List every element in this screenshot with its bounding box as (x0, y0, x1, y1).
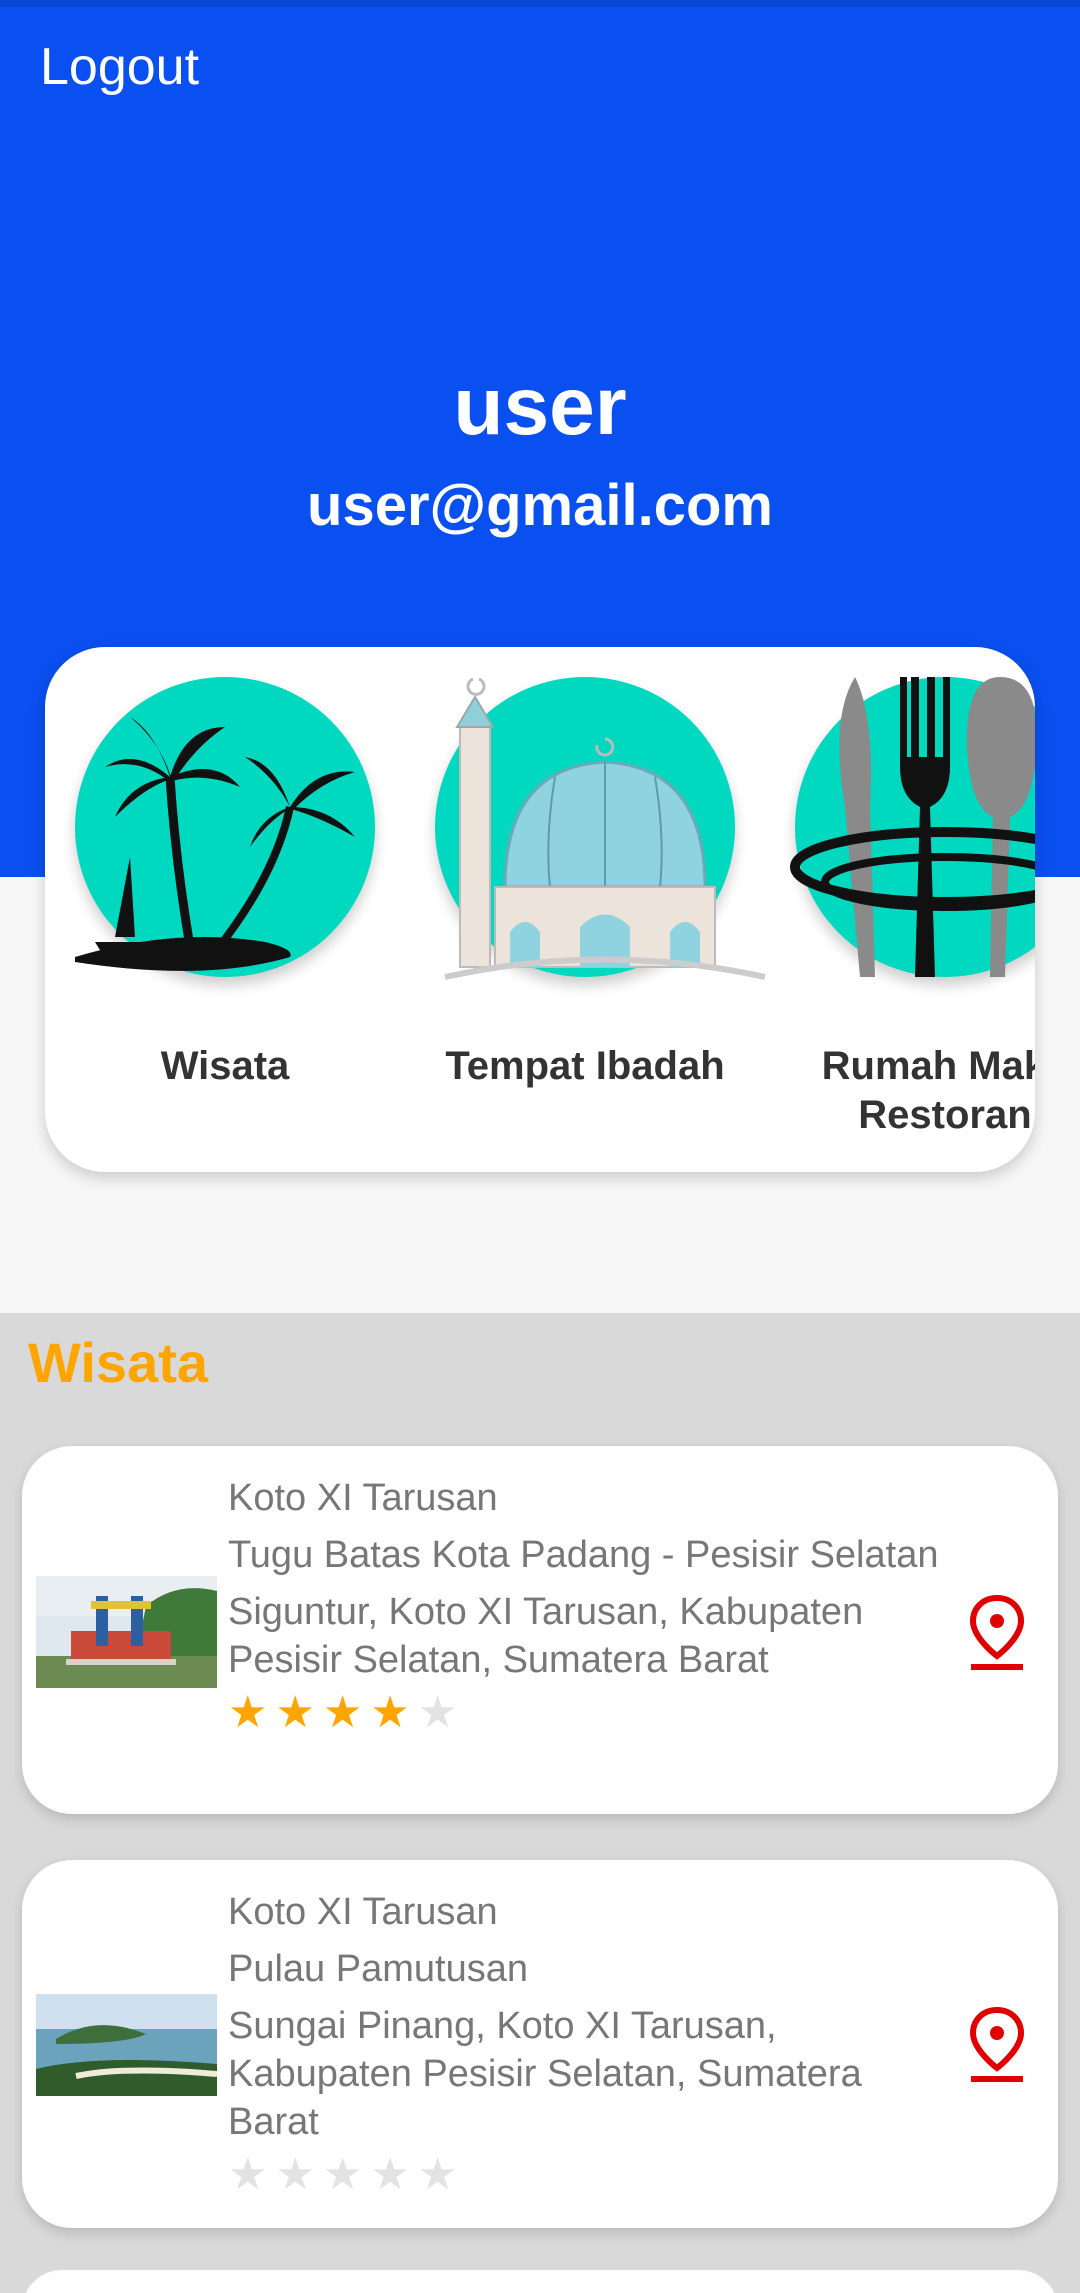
star-filled-icon: ★ (370, 1688, 410, 1737)
section-title: Wisata (28, 1331, 209, 1394)
item-name: Tugu Batas Kota Padang - Pesisir Selatan (228, 1534, 939, 1576)
category-rumah-makan[interactable]: Rumah Maka Restoran (765, 647, 1035, 1172)
star-empty-icon: ★ (275, 2150, 315, 2199)
place-thumbnail (36, 1994, 217, 2096)
user-name: user (453, 361, 627, 452)
item-name: Pulau Pamutusan (228, 1948, 528, 1990)
cutlery-icon (790, 677, 1035, 977)
list-item[interactable] (22, 2270, 1058, 2293)
list-item[interactable]: Koto XI Tarusan Tugu Batas Kota Padang -… (22, 1446, 1058, 1814)
category-label: Rumah Maka Restoran (821, 1044, 1035, 1137)
place-thumbnail (36, 1576, 217, 1688)
star-empty-icon: ★ (417, 2150, 458, 2199)
logout-button[interactable]: Logout (40, 37, 199, 97)
item-address: Siguntur, Koto XI Tarusan, Kabupaten Pes… (228, 1591, 864, 1681)
star-filled-icon: ★ (275, 1688, 315, 1737)
rating-stars: ★ ★ ★ ★ ★ (228, 2151, 948, 2199)
mosque-icon (435, 677, 766, 980)
palm-island-icon (75, 677, 375, 977)
item-text: Koto XI Tarusan Tugu Batas Kota Padang -… (228, 1474, 948, 1746)
star-empty-icon: ★ (228, 2150, 268, 2199)
category-label: Tempat Ibadah (445, 1044, 725, 1088)
category-tempat-ibadah[interactable]: Tempat Ibadah (405, 647, 766, 1172)
user-email: user@gmail.com (307, 473, 773, 538)
item-text: Koto XI Tarusan Pulau Pamutusan Sungai P… (228, 1888, 948, 2208)
item-address: Sungai Pinang, Koto XI Tarusan, Kabupate… (228, 2005, 862, 2143)
star-filled-icon: ★ (322, 1688, 363, 1737)
star-empty-icon: ★ (322, 2150, 363, 2199)
category-wisata[interactable]: Wisata (45, 647, 405, 1172)
map-pin-icon[interactable] (967, 1594, 1027, 1672)
item-district: Koto XI Tarusan (228, 1891, 498, 1933)
map-pin-icon[interactable] (967, 2006, 1027, 2084)
list-item[interactable]: Koto XI Tarusan Pulau Pamutusan Sungai P… (22, 1860, 1058, 2228)
rating-stars: ★ ★ ★ ★ ★ (228, 1689, 948, 1737)
category-label: Wisata (160, 1044, 290, 1088)
star-empty-icon: ★ (417, 1688, 458, 1737)
star-empty-icon: ★ (370, 2150, 410, 2199)
category-card[interactable]: Wisata Tempat Ibadah Rumah Ma Restoran (45, 647, 1035, 1172)
star-filled-icon: ★ (228, 1688, 268, 1737)
item-district: Koto XI Tarusan (228, 1477, 498, 1519)
status-line (0, 0, 1080, 7)
